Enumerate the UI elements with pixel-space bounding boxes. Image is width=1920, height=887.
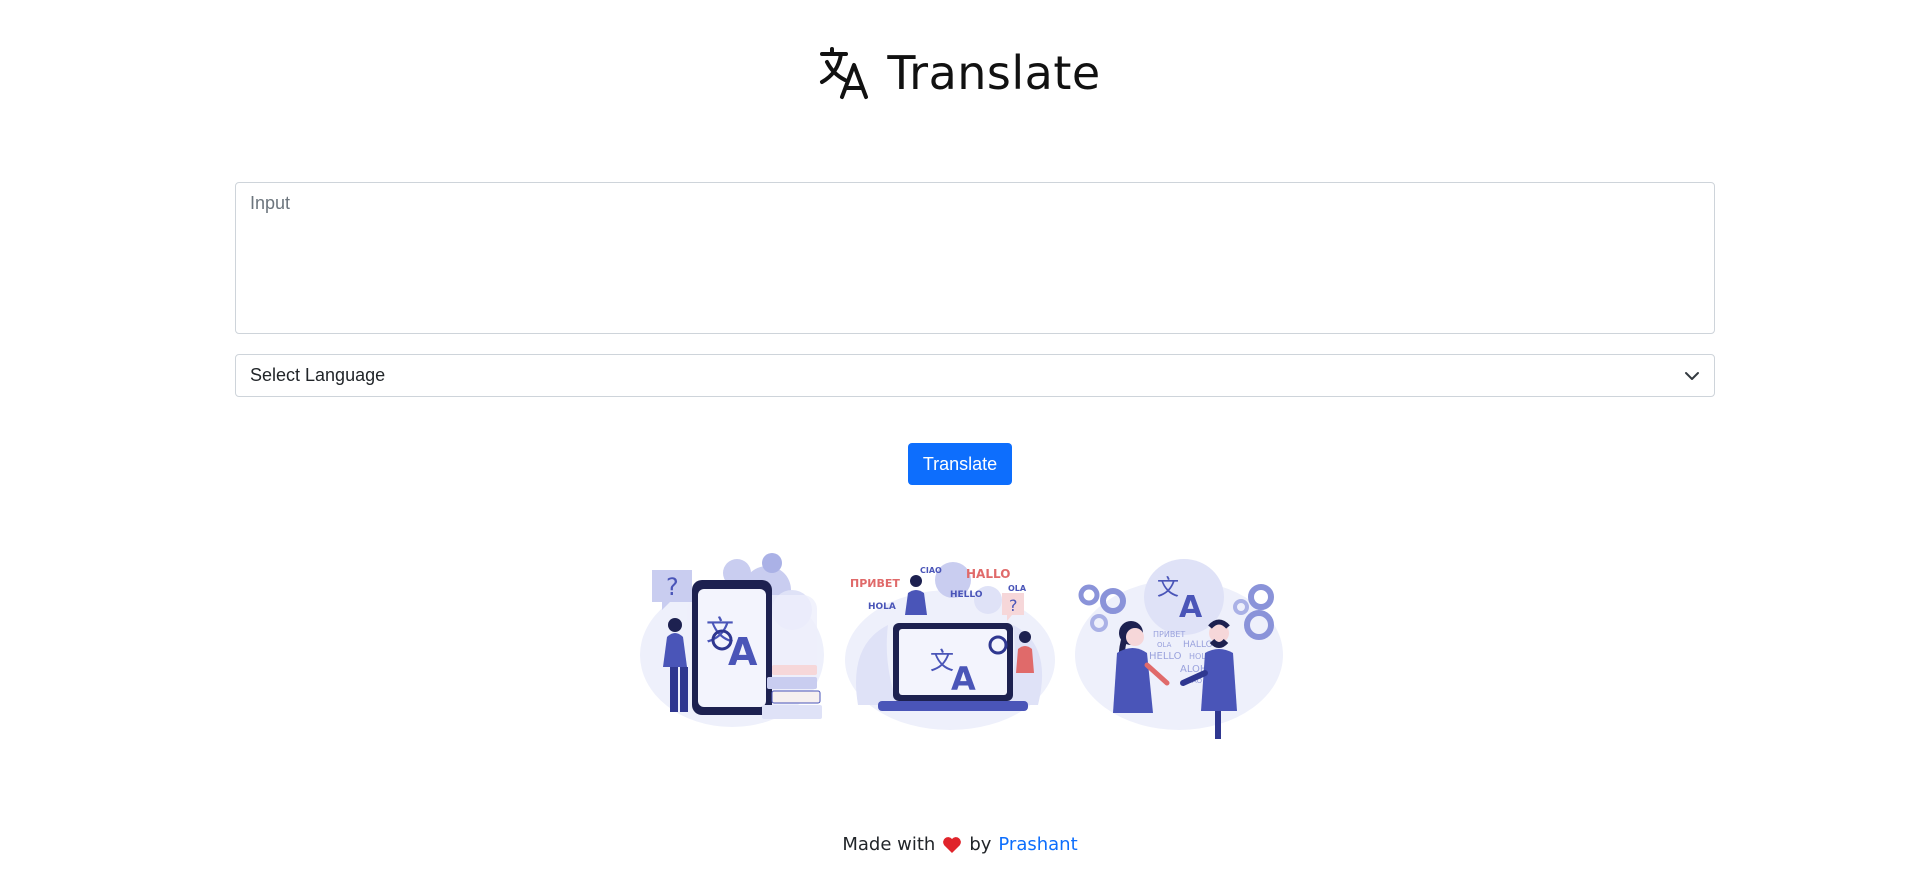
page-title: Translate [887,46,1101,100]
translate-icon [820,47,869,99]
translate-laptop-illustration: ПРИВЕТ HOLA CIAO HALLO HELLO OLA 文 A ? [844,562,1055,730]
footer-by: by [969,834,992,855]
svg-text:ПРИВЕТ: ПРИВЕТ [1153,630,1185,639]
svg-text:HELLO: HELLO [950,590,983,600]
translate-page: Translate Select Language Translate 文 A … [0,0,1920,887]
svg-text:HELLO: HELLO [1149,651,1182,662]
svg-text:A: A [1179,590,1203,625]
translate-conversation-illustration: 文 A ПРИВЕТ OLA HALLO HELLO HOLA ALOHA CI… [1074,559,1283,739]
svg-text:HALLO: HALLO [1183,640,1213,650]
translate-phone-illustration: 文 A ? [639,553,824,727]
svg-text:OLA: OLA [1008,584,1027,593]
heart-icon [943,836,962,853]
language-select[interactable]: Select Language [235,354,1715,397]
svg-text:?: ? [1009,596,1018,615]
svg-text:HALLO: HALLO [966,567,1010,581]
author-link[interactable]: Prashant [998,834,1077,855]
footer-made-with: Made with [842,834,936,855]
text-input[interactable] [235,182,1715,334]
svg-text:A: A [728,630,758,674]
chevron-down-icon [1685,371,1699,380]
svg-text:?: ? [666,573,679,601]
footer: Made with by Prashant [0,834,1920,855]
svg-text:CIAO: CIAO [920,566,942,575]
svg-text:ПРИВЕТ: ПРИВЕТ [850,577,900,590]
app-header: Translate [0,46,1920,100]
svg-text:文: 文 [1157,576,1179,601]
svg-text:A: A [951,660,976,698]
language-select-value: Select Language [250,365,386,385]
illustration-strip: 文 A ? ПРИВЕТ HOLA CIAO HALLO HELLO OLA 文… [0,545,1920,745]
action-bar: Translate [0,443,1920,485]
svg-text:HOLA: HOLA [868,602,896,612]
translate-button[interactable]: Translate [907,443,1013,485]
svg-text:OLA: OLA [1157,641,1172,649]
